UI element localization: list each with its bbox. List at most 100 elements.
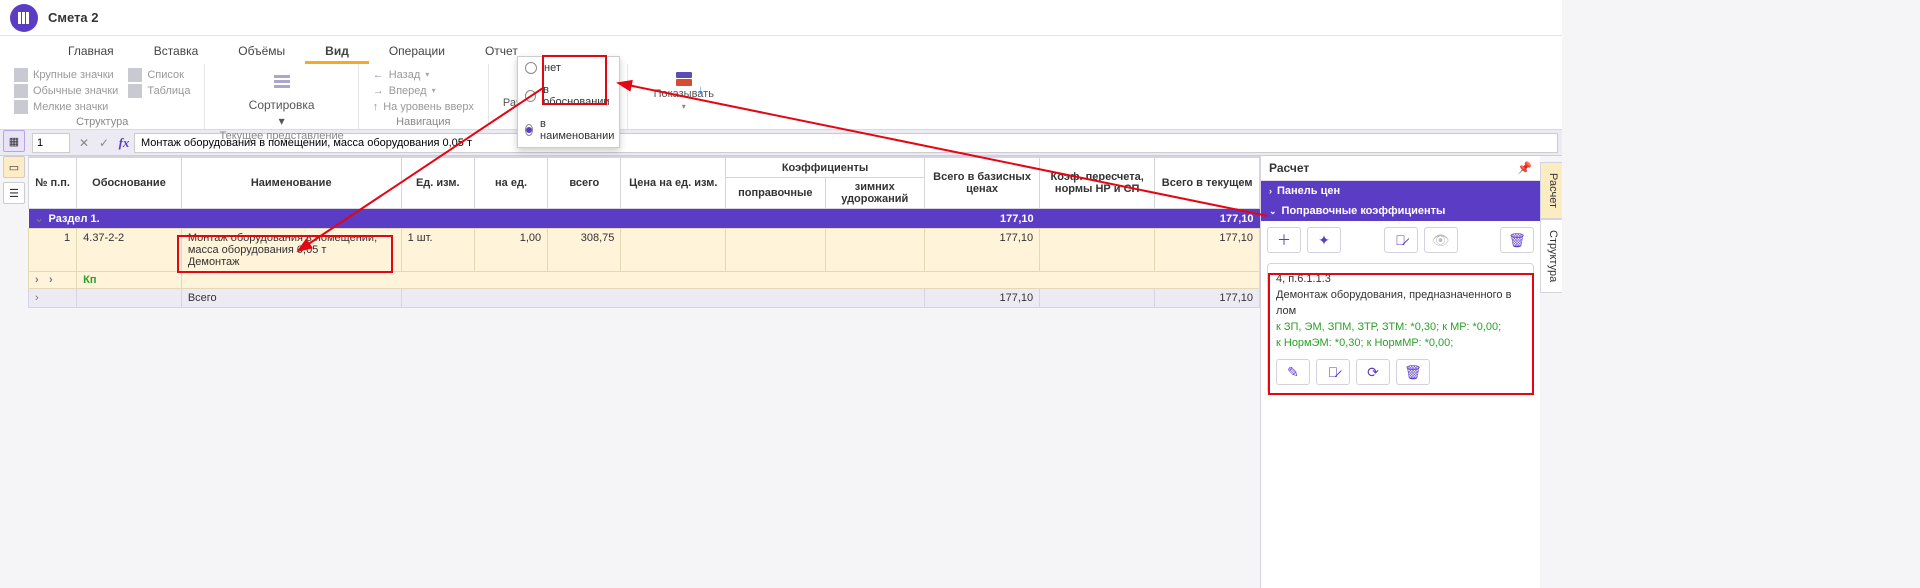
show-dropdown-button[interactable]: ↓ Показывать ▾ xyxy=(642,68,726,115)
pin-icon[interactable]: 📌 xyxy=(1517,161,1532,175)
ribbon-group-navigation: ←Назад▾ →Вперед▾ ↑На уровень вверх Навиг… xyxy=(359,64,489,129)
panel-section-prices[interactable]: ›Панель цен xyxy=(1261,181,1540,201)
table-row-sub[interactable]: ›› Кп xyxy=(29,272,1260,289)
view-small-icons[interactable]: Мелкие значки xyxy=(14,100,118,114)
tab-operations[interactable]: Операции xyxy=(369,38,465,64)
nav-up[interactable]: ↑На уровень вверх xyxy=(373,100,474,114)
section-row[interactable]: ⌄Раздел 1. 177,10 177,10 xyxy=(29,209,1260,229)
coef-text: Демонтаж оборудования, предназначенного … xyxy=(1276,288,1525,320)
expand-icon[interactable]: › xyxy=(49,274,59,284)
ribbon: Крупные значки Обычные значки Мелкие зна… xyxy=(0,64,1562,130)
tab-view[interactable]: Вид xyxy=(305,38,369,64)
col-name[interactable]: Наименование xyxy=(181,158,401,209)
view-table[interactable]: Таблица xyxy=(128,84,190,98)
caret-down-icon: ▾ xyxy=(682,102,686,111)
delete-button[interactable]: 🗑 xyxy=(1500,227,1534,253)
edit-button[interactable]: ✎ xyxy=(1276,359,1310,385)
calc-panel: Расчет 📌 ›Панель цен ⌄Поправочные коэффи… xyxy=(1260,156,1540,588)
panel-section-coefficients[interactable]: ⌄Поправочные коэффициенты xyxy=(1261,201,1540,221)
chevron-right-icon: › xyxy=(1269,186,1272,196)
popup-option-in-justification[interactable]: в обосновании xyxy=(518,79,619,113)
right-toolbar: Расчет Структура xyxy=(1540,162,1562,293)
col-current-total[interactable]: Всего в текущем xyxy=(1155,158,1260,209)
tab-main[interactable]: Главная xyxy=(48,38,134,64)
col-npp[interactable]: № п.п. xyxy=(29,158,77,209)
col-base-total[interactable]: Всего в базисных ценах xyxy=(924,158,1039,209)
close-icon: ✕ xyxy=(79,136,89,150)
formula-input[interactable] xyxy=(134,133,1558,153)
cell-reference-input[interactable] xyxy=(32,133,70,153)
cell-naim: Монтаж оборудования в помещении, масса о… xyxy=(181,229,401,272)
show-popup-menu: нет в обосновании в наименовании xyxy=(517,56,620,148)
panel-title: Расчет 📌 xyxy=(1261,156,1540,181)
col-coefs[interactable]: Коэффициенты xyxy=(726,158,925,178)
pencil-icon: ✎ xyxy=(1287,362,1299,382)
eye-off-icon: 👁̷ xyxy=(1395,232,1406,248)
document-title: Смета 2 xyxy=(48,10,99,25)
brick-top-icon xyxy=(676,72,692,78)
col-total[interactable]: всего xyxy=(548,158,621,209)
rail-tab-calc[interactable]: Расчет xyxy=(1540,162,1562,219)
tab-insert[interactable]: Вставка xyxy=(134,38,219,64)
sort-button[interactable]: Сортировка ▾ xyxy=(249,68,315,128)
card-delete-button[interactable]: 🗑 xyxy=(1396,359,1430,385)
view-large-icons[interactable]: Крупные значки xyxy=(14,68,118,82)
hide-button[interactable]: 👁̷ xyxy=(1384,227,1418,253)
total-row[interactable]: › Всего 177,10 177,10 xyxy=(29,289,1260,308)
nav-back[interactable]: ←Назад▾ xyxy=(373,68,474,82)
arrow-left-icon: ← xyxy=(373,68,384,82)
sort-icon xyxy=(269,70,295,96)
group-label-structure: Структура xyxy=(76,114,128,131)
radio-icon xyxy=(525,62,537,74)
sync-button[interactable]: ⟳ xyxy=(1356,359,1390,385)
table-row[interactable]: 1 4.37-2-2 Монтаж оборудования в помещен… xyxy=(29,229,1260,272)
card-toolbar: ✎ 👁̷ ⟳ 🗑 xyxy=(1276,359,1525,385)
arrow-right-icon: → xyxy=(373,84,384,98)
brick-bot-icon xyxy=(676,79,692,86)
card-hide-button[interactable]: 👁̷ xyxy=(1316,359,1350,385)
wand-button[interactable]: ✦ xyxy=(1307,227,1341,253)
add-button[interactable]: ＋ xyxy=(1267,227,1301,253)
wand-icon: ✦ xyxy=(1318,232,1330,249)
chevron-down-icon: ⌄ xyxy=(1269,206,1277,216)
popup-option-in-name[interactable]: в наименовании xyxy=(518,113,619,147)
plus-icon: ＋ xyxy=(1277,230,1291,250)
fx-button[interactable]: fx xyxy=(114,130,134,155)
app-icon xyxy=(10,4,38,32)
tab-bar: Главная Вставка Объёмы Вид Операции Отче… xyxy=(0,36,1562,64)
coefficient-card[interactable]: 4, п.6.1.1.3 Демонтаж оборудования, пред… xyxy=(1267,263,1534,394)
cancel-edit-button[interactable]: ✕ xyxy=(74,130,94,155)
group-label-presentation: Текущее представление xyxy=(219,128,343,145)
radio-icon xyxy=(525,90,536,102)
left-rail-btn-3[interactable]: ☰ xyxy=(3,182,25,204)
tab-volumes[interactable]: Объёмы xyxy=(218,38,305,64)
coef-values-1: к ЗП, ЭМ, ЗПМ, ЗТР, ЗТМ: *0,30; к МР: *0… xyxy=(1276,320,1525,336)
popup-option-none[interactable]: нет xyxy=(518,57,619,79)
left-rail-btn-1[interactable]: ▦ xyxy=(3,130,25,152)
col-per-unit[interactable]: на ед. xyxy=(474,158,547,209)
group-label-navigation: Навигация xyxy=(396,114,450,131)
coef-values-2: к НормЭМ: *0,30; к НормМР: *0,00; xyxy=(1276,336,1525,352)
col-recalc[interactable]: Коэф. пересчета, нормы НР и СП xyxy=(1040,158,1155,209)
expand-icon[interactable]: › xyxy=(35,292,45,302)
grid-area: № п.п. Обоснование Наименование Ед. изм.… xyxy=(28,156,1260,588)
rail-tab-structure[interactable]: Структура xyxy=(1540,219,1562,293)
nav-forward[interactable]: →Вперед▾ xyxy=(373,84,474,98)
show-button[interactable]: 👁 xyxy=(1424,227,1458,253)
collapse-icon[interactable]: ⌄ xyxy=(35,212,45,222)
col-unit[interactable]: Ед. изм. xyxy=(401,158,474,209)
col-coef-corrective[interactable]: поправочные xyxy=(726,178,825,209)
trash-icon: 🗑 xyxy=(1404,362,1422,382)
confirm-edit-button[interactable]: ✓ xyxy=(94,130,114,155)
trash-icon: 🗑 xyxy=(1508,232,1526,249)
expand-icon[interactable]: › xyxy=(35,274,45,284)
col-unit-price[interactable]: Цена на ед. изм. xyxy=(621,158,726,209)
left-rail-btn-2[interactable]: ▭ xyxy=(3,156,25,178)
caret-down-icon: ▾ xyxy=(279,114,285,128)
radio-checked-icon xyxy=(525,124,533,136)
view-list[interactable]: Список xyxy=(128,68,190,82)
small-icons-icon xyxy=(14,100,28,114)
view-normal-icons[interactable]: Обычные значки xyxy=(14,84,118,98)
col-justification[interactable]: Обоснование xyxy=(77,158,182,209)
col-coef-winter[interactable]: зимних удорожаний xyxy=(825,178,924,209)
